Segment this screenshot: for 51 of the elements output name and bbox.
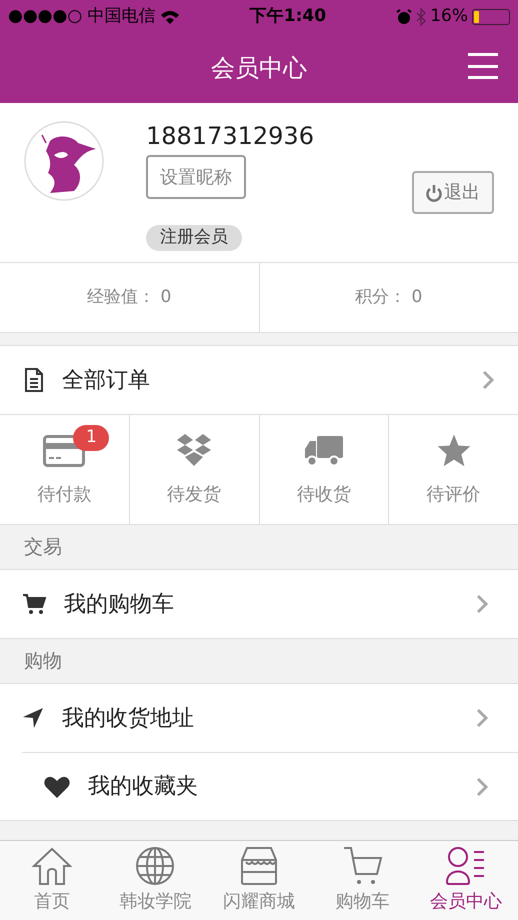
chevron-right-icon [482,370,494,390]
carrier-text: ●●●●○ 中国电信 [8,4,156,28]
menu-row-label: 我的收藏夹 [88,773,199,801]
store-icon [240,846,278,886]
box-icon [176,433,212,467]
phone-number: 18817312936 [146,121,314,151]
battery-percent: 16% [430,4,468,28]
navigation-arrow-icon [22,707,44,729]
chevron-right-icon [476,594,488,614]
battery-icon [472,8,510,24]
heart-icon [44,776,70,798]
tab-bar-item[interactable]: 会员中心 [414,841,518,920]
menu-button[interactable] [468,53,498,79]
logout-button[interactable]: 退出 [412,171,494,214]
wifi-icon [160,10,180,24]
order-status-tab[interactable]: 待发货 [128,415,258,524]
document-icon [24,368,44,392]
member-level-badge: 注册会员 [146,225,242,251]
chevron-right-icon [476,708,488,728]
home-icon [30,846,73,886]
tab-bar-item[interactable]: 闪耀商城 [207,841,311,920]
order-status-tab[interactable]: 待收货 [258,415,388,524]
tab-bar-item[interactable]: 购物车 [310,841,414,920]
tab-bar-item[interactable]: 韩妆学院 [104,841,208,920]
globe-icon [135,846,176,886]
menu-row-label: 我的购物车 [64,590,175,618]
menu-row-label: 我的收货地址 [62,704,195,732]
section-title: 交易 [24,534,62,560]
cart-icon [342,846,384,886]
chevron-right-icon [476,776,488,796]
tab-bar-item[interactable]: 首页 [0,841,104,920]
truck-icon [304,435,344,467]
order-status-tab[interactable]: 1 待付款 [0,415,129,524]
star-icon [436,433,472,467]
set-nickname-button[interactable]: 设置昵称 [146,155,246,199]
bluetooth-icon [416,8,426,26]
clock-text: 下午1:40 [250,4,326,28]
stat-text: 积分： 0 [355,286,422,309]
menu-row[interactable]: 我的收货地址 [0,684,518,752]
page-title: 会员中心 [211,53,307,84]
cart-icon [22,593,46,615]
all-orders-label: 全部订单 [62,366,151,394]
section-title: 购物 [24,648,62,674]
alarm-icon [396,8,412,24]
menu-row[interactable]: 我的购物车 [0,570,518,638]
order-status-tab[interactable]: 待评价 [388,415,518,524]
count-badge: 1 [73,425,110,451]
all-orders-row[interactable]: 全部订单 [0,345,518,415]
stat-text: 经验值： 0 [87,286,172,309]
menu-row[interactable]: 我的收藏夹 [22,752,518,820]
power-icon [426,184,442,202]
